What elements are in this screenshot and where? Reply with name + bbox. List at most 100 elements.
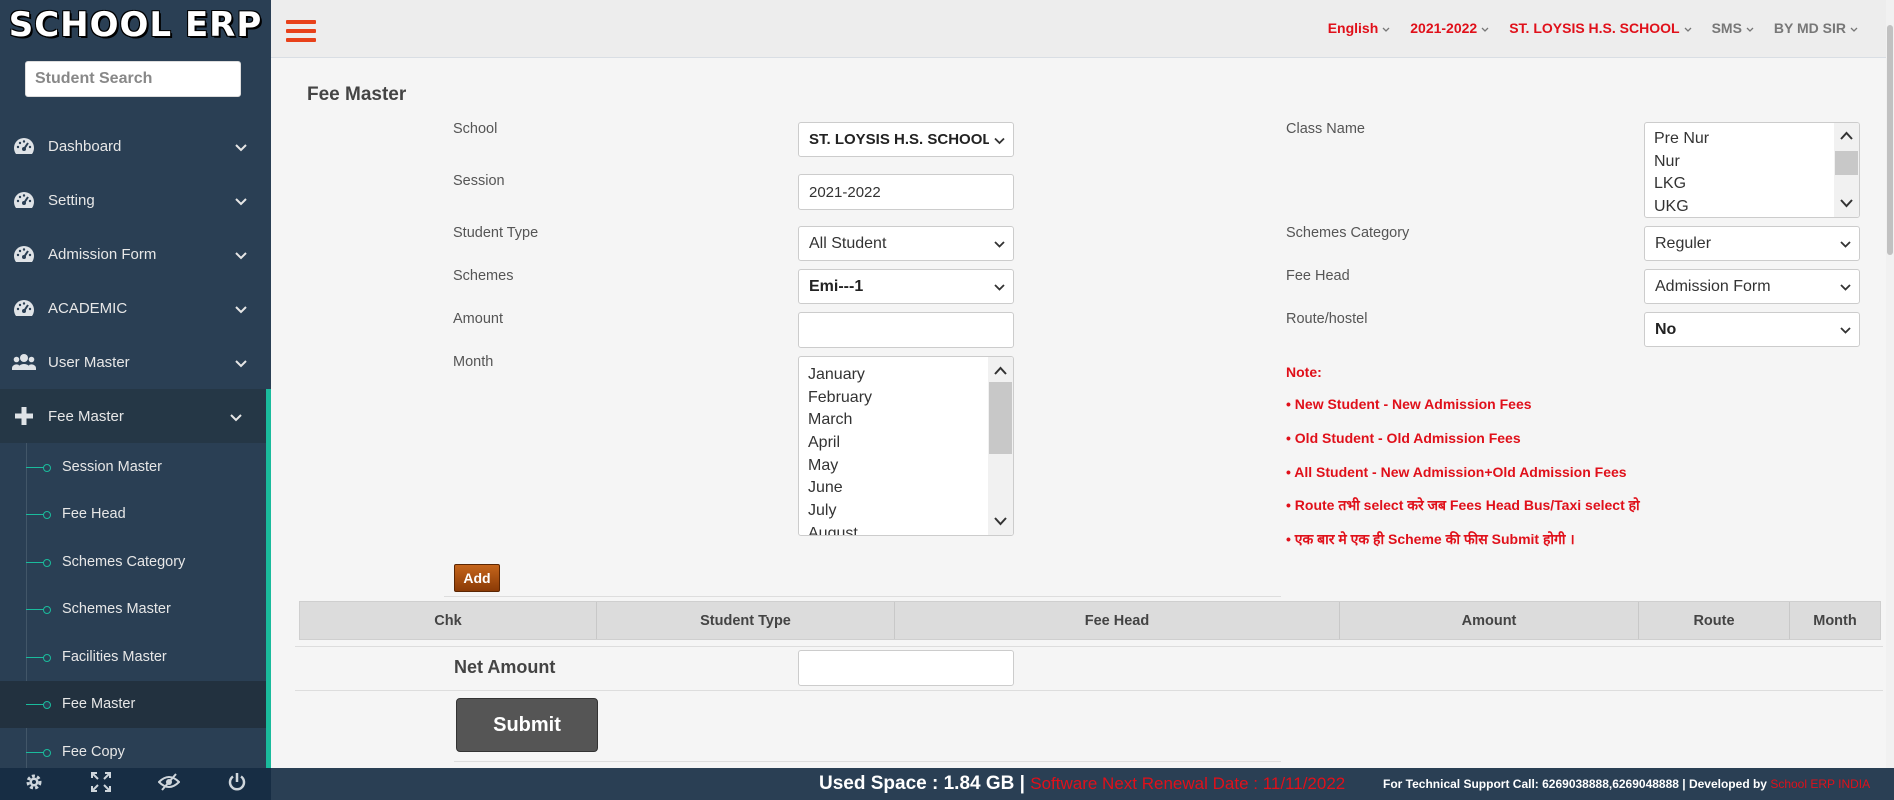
sidebar-item-setting[interactable]: Setting	[0, 173, 271, 227]
users-icon	[12, 352, 36, 372]
column-header-route[interactable]: Route	[1639, 602, 1790, 639]
fee-table-header: Chk Student Type Fee Head Amount Route M…	[299, 601, 1881, 640]
schemes-category-value: Reguler	[1655, 234, 1712, 252]
sms-dropdown[interactable]: SMS	[1712, 20, 1754, 36]
settings-icon[interactable]	[24, 772, 44, 797]
submit-button[interactable]: Submit	[456, 698, 598, 752]
sidebar-item-label: Admission Form	[48, 245, 157, 263]
sidebar-item-admission-form[interactable]: Admission Form	[0, 227, 271, 281]
fee-head-select[interactable]: Admission Form	[1644, 269, 1860, 304]
submenu-item-schemes-category[interactable]: Schemes Category	[0, 538, 266, 586]
sidebar-item-dashboard[interactable]: Dashboard	[0, 119, 271, 173]
page-title: Fee Master	[307, 84, 407, 105]
session-input[interactable]: 2021-2022	[798, 174, 1014, 210]
chevron-down-icon	[235, 193, 247, 210]
school-select-value: ST. LOYSIS H.S. SCHOOL	[809, 131, 989, 148]
student-search[interactable]	[25, 61, 241, 97]
submenu-item-label: Fee Copy	[62, 743, 125, 760]
school-label: ST. LOYSIS H.S. SCHOOL	[1509, 20, 1680, 36]
logo-text: SCHOOL ERP	[8, 5, 263, 45]
class-option[interactable]: Nur	[1645, 151, 1859, 174]
submenu-item-label: Schemes Master	[62, 601, 171, 618]
month-option[interactable]: April	[799, 432, 1013, 455]
add-button[interactable]: Add	[454, 564, 500, 592]
note-line: • Route तभी select करे जब Fees Head Bus/…	[1286, 497, 1640, 513]
route-hostel-label: Route/hostel	[1286, 311, 1368, 327]
month-option[interactable]: May	[799, 455, 1013, 478]
month-listbox-scrollbar[interactable]	[988, 357, 1013, 535]
class-listbox[interactable]: Pre Nur Nur LKG UKG	[1644, 122, 1860, 218]
dashboard-icon	[12, 190, 36, 210]
submenu-item-fee-head[interactable]: Fee Head	[0, 491, 266, 539]
month-scroll-thumb[interactable]	[989, 382, 1012, 454]
class-option[interactable]: UKG	[1645, 196, 1859, 217]
column-header-chk[interactable]: Chk	[300, 602, 597, 639]
submenu-item-schemes-master[interactable]: Schemes Master	[0, 586, 266, 634]
month-listbox[interactable]: January February March April May June Ju…	[798, 356, 1014, 536]
sidebar-item-label: Dashboard	[48, 137, 122, 155]
month-option[interactable]: February	[799, 387, 1013, 410]
chevron-down-icon	[1850, 20, 1858, 36]
chevron-down-icon	[235, 247, 247, 264]
plus-icon	[12, 406, 36, 426]
column-header-fee-head[interactable]: Fee Head	[895, 602, 1340, 639]
month-option[interactable]: March	[799, 409, 1013, 432]
column-header-student-type[interactable]: Student Type	[597, 602, 895, 639]
month-option[interactable]: June	[799, 477, 1013, 500]
student-type-value: All Student	[809, 234, 887, 252]
submenu-item-fee-master[interactable]: Fee Master	[0, 680, 266, 728]
power-off-icon[interactable]	[227, 772, 247, 797]
session-label: Session	[453, 173, 505, 189]
page-scrollbar[interactable]	[1886, 0, 1894, 768]
net-amount-label: Net Amount	[454, 657, 556, 677]
sidebar-item-fee-master[interactable]: Fee Master	[0, 389, 271, 443]
chevron-down-icon	[1684, 20, 1692, 36]
fee-head-value: Admission Form	[1655, 277, 1771, 295]
class-option[interactable]: Pre Nur	[1645, 128, 1859, 151]
sidebar-item-academic[interactable]: ACADEMIC	[0, 281, 271, 335]
column-header-amount[interactable]: Amount	[1340, 602, 1639, 639]
route-hostel-select[interactable]: No	[1644, 312, 1860, 347]
chevron-up-icon[interactable]	[1840, 127, 1853, 145]
user-label: BY MD SIR	[1773, 20, 1846, 36]
class-scroll-thumb[interactable]	[1835, 151, 1858, 175]
schemes-category-select[interactable]: Reguler	[1644, 226, 1860, 261]
chevron-down-icon	[1746, 20, 1754, 36]
sidebar-item-user-master[interactable]: User Master	[0, 335, 271, 389]
month-option[interactable]: January	[799, 364, 1013, 387]
chevron-down-icon	[992, 131, 1005, 148]
scrollbar-thumb[interactable]	[1887, 25, 1893, 255]
fullscreen-icon[interactable]	[90, 771, 111, 797]
session-label: 2021-2022	[1410, 20, 1478, 36]
chevron-down-icon[interactable]	[994, 513, 1007, 531]
used-space-text: Used Space : 1.84 GB |	[819, 773, 1025, 794]
developer-link[interactable]: School ERP INDIA	[1770, 777, 1870, 791]
amount-input[interactable]	[798, 312, 1014, 348]
footer: Used Space : 1.84 GB | Software Next Ren…	[271, 768, 1894, 800]
net-amount-input[interactable]	[798, 650, 1014, 686]
top-nav: English 2021-2022 ST. LOYSIS H.S. SCHOOL…	[271, 0, 1894, 58]
schemes-value: Emi---1	[809, 277, 864, 295]
submenu-item-facilities-master[interactable]: Facilities Master	[0, 633, 266, 681]
school-select[interactable]: ST. LOYSIS H.S. SCHOOL	[798, 122, 1014, 157]
chevron-up-icon[interactable]	[994, 362, 1007, 380]
eye-slash-icon[interactable]	[157, 772, 181, 797]
session-dropdown[interactable]: 2021-2022	[1410, 20, 1489, 36]
month-option[interactable]: August	[799, 523, 1013, 535]
chevron-down-icon[interactable]	[1840, 195, 1853, 213]
user-dropdown[interactable]: BY MD SIR	[1774, 20, 1858, 36]
class-option[interactable]: LKG	[1645, 173, 1859, 196]
language-dropdown[interactable]: English	[1328, 20, 1391, 36]
month-option[interactable]: July	[799, 500, 1013, 523]
schemes-select[interactable]: Emi---1	[798, 269, 1014, 304]
column-header-month[interactable]: Month	[1790, 602, 1880, 639]
logo[interactable]: SCHOOL ERP	[0, 0, 271, 50]
submenu-item-session-master[interactable]: Session Master	[0, 443, 266, 491]
chevron-down-icon	[235, 139, 247, 156]
class-listbox-scrollbar[interactable]	[1834, 123, 1859, 217]
divider	[444, 596, 1281, 597]
student-type-select[interactable]: All Student	[798, 226, 1014, 261]
menu-toggle-icon[interactable]	[286, 20, 316, 47]
student-search-input[interactable]	[35, 70, 240, 88]
school-dropdown[interactable]: ST. LOYSIS H.S. SCHOOL	[1509, 20, 1692, 36]
